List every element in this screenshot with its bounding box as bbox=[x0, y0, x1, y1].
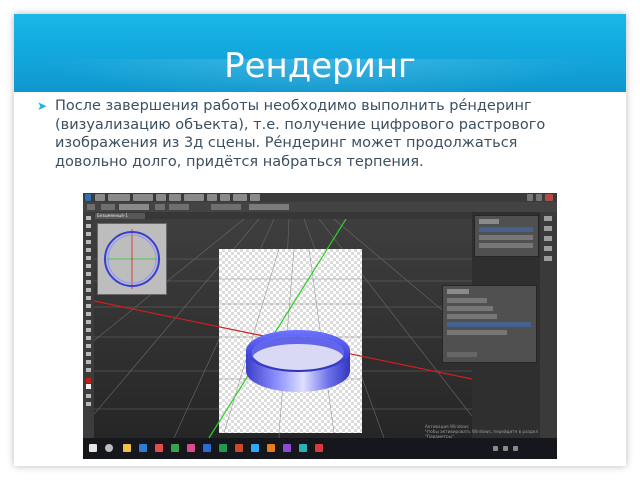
pen-tool-icon[interactable] bbox=[86, 328, 91, 332]
app-icon[interactable] bbox=[171, 444, 179, 452]
menu-bar bbox=[83, 193, 557, 202]
properties-icon[interactable] bbox=[544, 226, 552, 231]
scene-item-row[interactable] bbox=[447, 298, 487, 303]
type-tool-icon[interactable] bbox=[86, 336, 91, 340]
blur-tool-icon[interactable] bbox=[86, 312, 91, 316]
option-control[interactable] bbox=[169, 204, 189, 210]
adjustments-icon[interactable] bbox=[544, 236, 552, 241]
app-icon[interactable] bbox=[299, 444, 307, 452]
app-icon[interactable] bbox=[267, 444, 275, 452]
scene-item-row[interactable] bbox=[447, 306, 493, 311]
tool-preset-icon[interactable] bbox=[87, 204, 95, 210]
slide-body: ➤ После завершения работы необходимо вып… bbox=[37, 97, 560, 171]
layer-row[interactable] bbox=[479, 243, 533, 248]
eraser-tool-icon[interactable] bbox=[86, 296, 91, 300]
options-bar bbox=[83, 202, 557, 212]
scene-item-row[interactable] bbox=[447, 330, 507, 335]
eyedropper-tool-icon[interactable] bbox=[86, 256, 91, 260]
close-icon[interactable] bbox=[545, 194, 553, 201]
stamp-tool-icon[interactable] bbox=[86, 280, 91, 284]
3d-scene-panel bbox=[442, 285, 537, 363]
document-tabs: Безымянный-1 bbox=[94, 212, 472, 219]
windows-taskbar bbox=[83, 438, 557, 459]
presentation-slide: Рендеринг ➤ После завершения работы необ… bbox=[0, 0, 640, 480]
bullet-arrow-icon: ➤ bbox=[37, 99, 48, 113]
network-icon[interactable] bbox=[503, 446, 508, 451]
word-icon[interactable] bbox=[203, 444, 211, 452]
volume-icon[interactable] bbox=[513, 446, 518, 451]
windows-start-icon[interactable] bbox=[89, 444, 97, 452]
powerpoint-icon[interactable] bbox=[235, 444, 243, 452]
explorer-icon[interactable] bbox=[123, 444, 131, 452]
path-select-tool-icon[interactable] bbox=[86, 344, 91, 348]
styles-icon[interactable] bbox=[544, 246, 552, 251]
tray-icon[interactable] bbox=[493, 446, 498, 451]
app-icon[interactable] bbox=[155, 444, 163, 452]
zoom-tool-icon[interactable] bbox=[86, 368, 91, 372]
foreground-color-swatch[interactable] bbox=[86, 378, 91, 383]
ring-3d-object bbox=[246, 330, 350, 392]
menu-item[interactable] bbox=[108, 194, 130, 201]
menu-item[interactable] bbox=[220, 194, 230, 201]
scene-item-row-selected[interactable] bbox=[447, 322, 531, 327]
layer-row[interactable] bbox=[479, 235, 533, 240]
slide-paragraph: После завершения работы необходимо выпол… bbox=[55, 98, 546, 170]
app-icon[interactable] bbox=[283, 444, 291, 452]
menu-item[interactable] bbox=[95, 194, 105, 201]
lasso-tool-icon[interactable] bbox=[86, 232, 91, 236]
quick-mask-icon[interactable] bbox=[86, 394, 91, 398]
menu-item[interactable] bbox=[156, 194, 166, 201]
option-control[interactable] bbox=[155, 204, 165, 210]
3d-mode-controls[interactable] bbox=[211, 204, 241, 210]
panel-tab[interactable] bbox=[479, 219, 499, 224]
marquee-tool-icon[interactable] bbox=[86, 224, 91, 228]
app-icon[interactable] bbox=[187, 444, 195, 452]
history-icon[interactable] bbox=[544, 216, 552, 221]
photoshop-icon[interactable] bbox=[251, 444, 259, 452]
history-brush-tool-icon[interactable] bbox=[86, 288, 91, 292]
ring-top-view bbox=[104, 229, 160, 289]
gradient-tool-icon[interactable] bbox=[86, 304, 91, 308]
menu-item[interactable] bbox=[233, 194, 247, 201]
paths-icon[interactable] bbox=[544, 256, 552, 261]
option-field[interactable] bbox=[119, 204, 149, 210]
photoshop-screenshot: Безымянный-1 Активация Windows Чтобы акт… bbox=[83, 193, 557, 459]
browser-icon[interactable] bbox=[139, 444, 147, 452]
brush-tool-icon[interactable] bbox=[86, 272, 91, 276]
tools-panel bbox=[83, 212, 94, 438]
background-color-swatch[interactable] bbox=[86, 384, 91, 389]
menu-item[interactable] bbox=[250, 194, 260, 201]
excel-icon[interactable] bbox=[219, 444, 227, 452]
healing-tool-icon[interactable] bbox=[86, 264, 91, 268]
layers-panel bbox=[474, 215, 539, 257]
panel-footer-icons[interactable] bbox=[447, 352, 477, 357]
minimize-icon[interactable] bbox=[527, 194, 533, 201]
menu-item[interactable] bbox=[184, 194, 204, 201]
3d-mode-controls[interactable] bbox=[249, 204, 289, 210]
panel-icon-strip bbox=[540, 212, 557, 438]
crop-tool-icon[interactable] bbox=[86, 248, 91, 252]
dodge-tool-icon[interactable] bbox=[86, 320, 91, 324]
slide-title: Рендеринг bbox=[224, 46, 416, 86]
option-control[interactable] bbox=[101, 204, 115, 210]
panel-tab[interactable] bbox=[447, 289, 469, 294]
menu-item[interactable] bbox=[169, 194, 181, 201]
scene-item-row[interactable] bbox=[447, 314, 497, 319]
3d-navigator-thumbnail[interactable] bbox=[97, 223, 167, 295]
search-icon[interactable] bbox=[105, 444, 113, 452]
maximize-icon[interactable] bbox=[536, 194, 542, 201]
layer-row[interactable] bbox=[479, 227, 533, 232]
menu-item[interactable] bbox=[133, 194, 153, 201]
move-tool-icon[interactable] bbox=[86, 216, 91, 220]
screen-mode-icon[interactable] bbox=[86, 402, 91, 406]
app-logo-icon bbox=[85, 194, 91, 201]
shape-tool-icon[interactable] bbox=[86, 352, 91, 356]
quick-select-tool-icon[interactable] bbox=[86, 240, 91, 244]
hand-tool-icon[interactable] bbox=[86, 360, 91, 364]
right-panels bbox=[442, 212, 540, 438]
app-icon[interactable] bbox=[315, 444, 323, 452]
3d-viewport[interactable]: Безымянный-1 bbox=[94, 212, 472, 446]
menu-item[interactable] bbox=[207, 194, 217, 201]
